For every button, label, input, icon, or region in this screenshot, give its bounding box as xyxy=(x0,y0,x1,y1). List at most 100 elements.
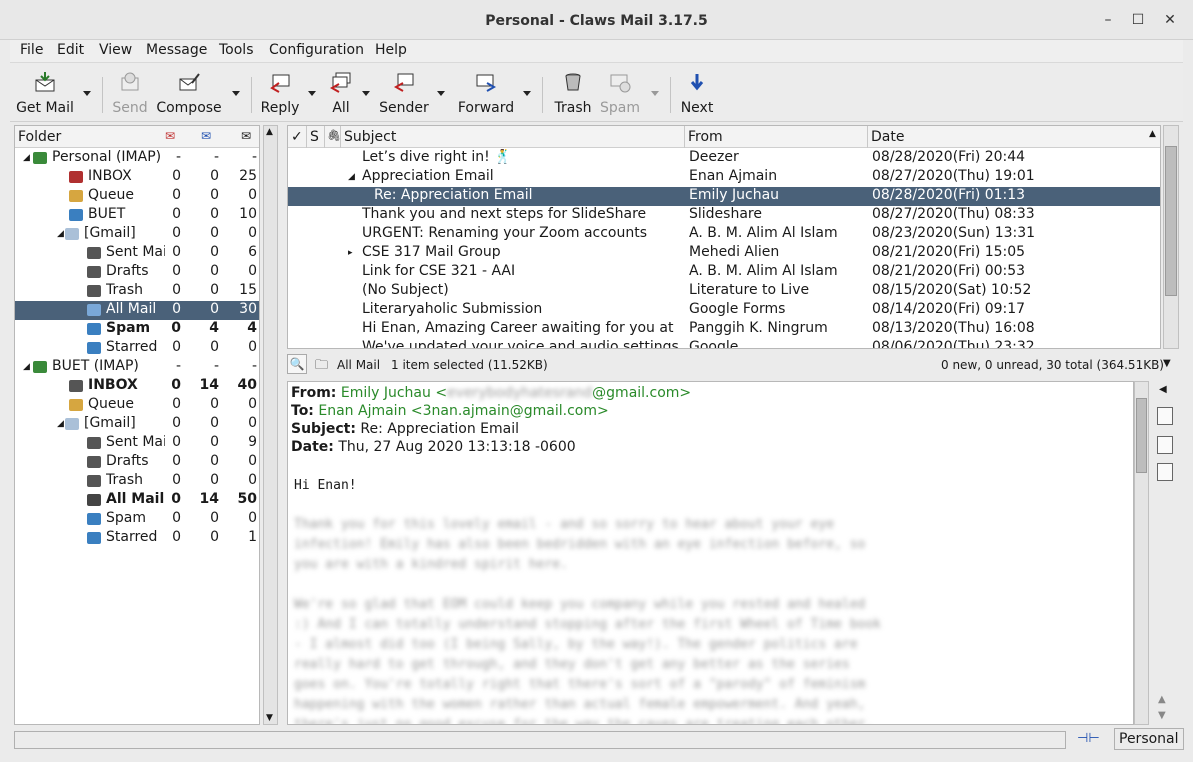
menu-tools[interactable]: Tools xyxy=(219,42,254,58)
folder-row[interactable]: ◢ [Gmail] 0 0 0 xyxy=(15,415,259,434)
minimize-button[interactable]: – xyxy=(1098,10,1118,30)
menu-view[interactable]: View xyxy=(99,42,132,58)
menu-file[interactable]: File xyxy=(20,42,43,58)
text-view-icon[interactable] xyxy=(1157,407,1173,425)
previous-part-icon[interactable]: ▲ xyxy=(1158,694,1166,705)
folder-icon xyxy=(69,171,83,183)
expander-icon[interactable]: ◢ xyxy=(57,225,64,244)
menu-edit[interactable]: Edit xyxy=(57,42,84,58)
unread-count-header-icon[interactable]: ✉ xyxy=(201,129,211,143)
message-row[interactable]: Re: Appreciation Email Emily Juchau 08/28/… xyxy=(288,187,1160,206)
folder-row[interactable]: Drafts 0 0 0 xyxy=(15,263,259,282)
folder-row[interactable]: All Mail 0 14 50 xyxy=(15,491,259,510)
viewer-scrollbar[interactable] xyxy=(1134,381,1149,725)
next-button[interactable]: Next xyxy=(676,63,718,121)
spam-dropdown-icon[interactable] xyxy=(651,91,659,96)
message-row[interactable]: ▸ CSE 317 Mail Group Mehedi Alien 08/21/202… xyxy=(288,244,1160,263)
online-plug-icon[interactable]: ⊣⊢ xyxy=(1077,731,1100,746)
scroll-down-icon[interactable]: ▼ xyxy=(266,713,273,723)
scroll-up-icon[interactable]: ▲ xyxy=(266,127,273,137)
reply-button[interactable]: Reply xyxy=(256,63,304,121)
next-part-icon[interactable]: ▼ xyxy=(1158,710,1166,721)
message-row[interactable]: We've updated your voice and audio setti… xyxy=(288,339,1160,348)
folder-row[interactable]: Queue 0 0 0 xyxy=(15,187,259,206)
folder-column-header[interactable]: Folder xyxy=(18,129,61,145)
folder-row[interactable]: Starred 0 0 0 xyxy=(15,339,259,358)
message-list[interactable]: ✓ S 🖇 Subject From Date ▲ Let’s dive rig… xyxy=(287,125,1161,349)
folder-scrollbar[interactable]: ▲ ▼ xyxy=(263,125,278,725)
total-count-header-icon[interactable]: ✉ xyxy=(241,129,251,143)
thread-expander-icon[interactable]: ▸ xyxy=(348,244,353,263)
search-icon[interactable]: 🔍 xyxy=(287,354,307,374)
message-date: 08/13/2020(Thu) 16:08 xyxy=(872,320,1035,336)
folder-row[interactable]: ◢ Personal (IMAP) - - - xyxy=(15,149,259,168)
message-viewer[interactable]: From: Emily Juchau <everybodyhatesrand@g… xyxy=(287,381,1134,725)
message-row[interactable]: ◢ Appreciation Email Enan Ajmain 08/27/2020… xyxy=(288,168,1160,187)
to-address[interactable]: Enan Ajmain <3nan.ajmain@gmail.com> xyxy=(318,403,608,419)
get-mail-button[interactable]: Get Mail xyxy=(14,63,76,121)
folder-row[interactable]: ◢ [Gmail] 0 0 0 xyxy=(15,225,259,244)
expander-icon[interactable]: ◢ xyxy=(23,358,30,377)
from-name[interactable]: Emily Juchau < xyxy=(341,385,447,401)
send-button[interactable]: Send xyxy=(108,63,152,121)
document-icon[interactable] xyxy=(1157,436,1173,454)
forward-dropdown-icon[interactable] xyxy=(523,91,531,96)
spam-button[interactable]: Spam xyxy=(598,63,642,121)
scrollbar-thumb[interactable] xyxy=(1165,146,1177,296)
forward-button[interactable]: Forward xyxy=(453,63,519,121)
folder-row[interactable]: Sent Mail 0 0 6 xyxy=(15,244,259,263)
collapse-left-icon[interactable]: ◀ xyxy=(1159,384,1167,395)
scrollbar-thumb[interactable] xyxy=(1136,398,1147,473)
attachment-icon[interactable] xyxy=(1157,463,1173,481)
maximize-button[interactable]: ☐ xyxy=(1128,10,1148,30)
menu-message[interactable]: Message xyxy=(146,42,207,58)
from-domain[interactable]: @gmail.com> xyxy=(592,385,691,401)
attachment-column-header-icon[interactable]: 🖇 xyxy=(327,129,341,142)
mark-column-header[interactable]: ✓ xyxy=(291,129,303,145)
message-row[interactable]: (No Subject) Literature to Live 08/15/2020… xyxy=(288,282,1160,301)
menu-configuration[interactable]: Configuration xyxy=(269,42,364,58)
message-row[interactable]: Thank you and next steps for SlideShare S… xyxy=(288,206,1160,225)
folder-row[interactable]: ◢ BUET (IMAP) - - - xyxy=(15,358,259,377)
reply-sender-button[interactable]: Sender xyxy=(378,63,430,121)
reply-all-dropdown-icon[interactable] xyxy=(362,91,370,96)
thread-expander-icon[interactable]: ◢ xyxy=(348,168,355,187)
message-row[interactable]: Hi Enan, Amazing Career awaiting for you… xyxy=(288,320,1160,339)
folder-row[interactable]: Spam 0 0 0 xyxy=(15,510,259,529)
folder-row[interactable]: Starred 0 0 1 xyxy=(15,529,259,548)
subject-column-header[interactable]: Subject xyxy=(344,129,396,145)
message-row[interactable]: Let’s dive right in! 🕺 Deezer 08/28/2020(F… xyxy=(288,149,1160,168)
reply-dropdown-icon[interactable] xyxy=(308,91,316,96)
reply-all-button[interactable]: All xyxy=(324,63,358,121)
folder-row[interactable]: All Mail 0 0 30 xyxy=(15,301,259,320)
account-selector[interactable]: Personal xyxy=(1114,728,1184,750)
message-list-scrollbar[interactable] xyxy=(1163,125,1179,349)
expander-icon[interactable]: ◢ xyxy=(57,415,64,434)
folder-row[interactable]: Drafts 0 0 0 xyxy=(15,453,259,472)
close-button[interactable]: ✕ xyxy=(1160,10,1180,30)
new-count-header-icon[interactable]: ✉ xyxy=(165,129,175,143)
date-column-header[interactable]: Date xyxy=(871,129,904,145)
collapse-chevron-icon[interactable]: ▼ xyxy=(1163,358,1171,369)
from-column-header[interactable]: From xyxy=(688,129,723,145)
menu-help[interactable]: Help xyxy=(375,42,407,58)
trash-button[interactable]: Trash xyxy=(550,63,596,121)
message-row[interactable]: Link for CSE 321 - AAI A. B. M. Alim Al I… xyxy=(288,263,1160,282)
message-row[interactable]: Literaryaholic Submission Google Forms 08/… xyxy=(288,301,1160,320)
get-mail-dropdown-icon[interactable] xyxy=(83,91,91,96)
folder-row[interactable]: Trash 0 0 15 xyxy=(15,282,259,301)
folder-row[interactable]: BUET 0 0 10 xyxy=(15,206,259,225)
folder-row[interactable]: INBOX 0 0 25 xyxy=(15,168,259,187)
folder-row[interactable]: INBOX 0 14 40 xyxy=(15,377,259,396)
folder-row[interactable]: Sent Mail 0 0 9 xyxy=(15,434,259,453)
compose-button[interactable]: Compose xyxy=(154,63,224,121)
folder-row[interactable]: Queue 0 0 0 xyxy=(15,396,259,415)
folder-row[interactable]: Spam 0 4 4 xyxy=(15,320,259,339)
reply-sender-dropdown-icon[interactable] xyxy=(437,91,445,96)
folder-row[interactable]: Trash 0 0 0 xyxy=(15,472,259,491)
message-row[interactable]: URGENT: Renaming your Zoom accounts A. B.… xyxy=(288,225,1160,244)
compose-dropdown-icon[interactable] xyxy=(232,91,240,96)
folder-tree[interactable]: Folder ✉ ✉ ✉ ◢ Personal (IMAP) - - - INBOX 0 0 2… xyxy=(14,125,260,725)
status-column-header[interactable]: S xyxy=(310,129,319,145)
expander-icon[interactable]: ◢ xyxy=(23,149,30,168)
